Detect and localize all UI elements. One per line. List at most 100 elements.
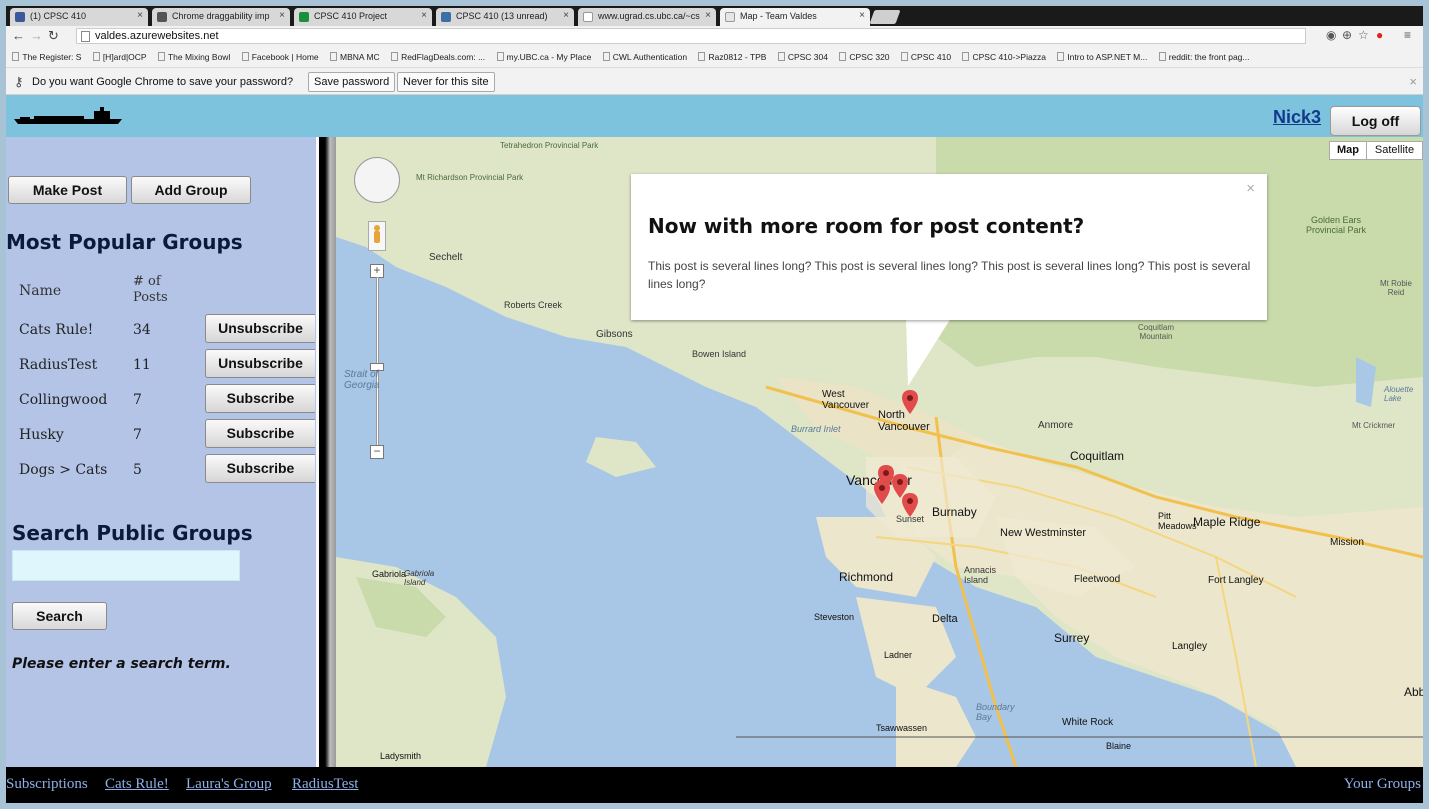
map-type-satellite-button[interactable]: Satellite xyxy=(1366,141,1423,160)
close-tab-icon[interactable]: × xyxy=(421,10,427,21)
map-label: Annacis Island xyxy=(964,565,997,585)
search-input[interactable] xyxy=(12,550,240,581)
map-type-map-button[interactable]: Map xyxy=(1329,141,1367,160)
bookmark-star-icon[interactable]: ☆ xyxy=(1358,28,1369,42)
close-tab-icon[interactable]: × xyxy=(279,10,285,21)
user-link[interactable]: Nick3 xyxy=(1273,107,1321,128)
bookmark-item[interactable]: MBNA MC xyxy=(330,52,380,62)
bookmark-item[interactable]: CPSC 410->Piazza xyxy=(962,52,1046,62)
search-message: Please enter a search term. xyxy=(12,656,231,672)
close-tab-icon[interactable]: × xyxy=(137,10,143,21)
close-icon[interactable]: × xyxy=(1409,74,1417,89)
footer-group-link[interactable]: RadiusTest xyxy=(292,776,358,793)
close-icon[interactable]: × xyxy=(1246,180,1255,197)
reload-icon[interactable]: ↻ xyxy=(48,28,59,44)
street-view-pegman-icon[interactable] xyxy=(368,221,386,251)
forward-icon[interactable]: → xyxy=(30,28,43,43)
map-label: Strait of Georgia xyxy=(344,369,380,391)
map-label: Tetrahedron Provincial Park xyxy=(500,141,599,150)
browser-tab[interactable]: CPSC 410 (13 unread) × xyxy=(436,8,574,26)
ship-logo-icon[interactable] xyxy=(14,107,126,127)
back-icon[interactable]: ← xyxy=(12,28,25,43)
subscribe-button[interactable]: Subscribe xyxy=(205,384,315,413)
bookmark-item[interactable]: CPSC 410 xyxy=(900,52,951,62)
add-group-button[interactable]: Add Group xyxy=(131,176,251,204)
map-marker-icon[interactable] xyxy=(902,390,918,414)
map-label: Burnaby xyxy=(932,505,977,519)
map-label: Fort Langley xyxy=(1208,575,1264,586)
bookmark-item[interactable]: The Register: S xyxy=(12,52,81,62)
unsubscribe-button[interactable]: Unsubscribe xyxy=(205,314,315,343)
new-tab-button[interactable] xyxy=(869,10,901,24)
bookmark-item[interactable]: Intro to ASP.NET M... xyxy=(1057,52,1147,62)
search-button[interactable]: Search xyxy=(12,602,107,630)
map-label: Maple Ridge xyxy=(1193,515,1261,529)
page-icon xyxy=(330,52,338,61)
browser-tab[interactable]: CPSC 410 Project × xyxy=(294,8,432,26)
page-icon xyxy=(777,52,785,61)
extension-icon[interactable]: ● xyxy=(1376,28,1383,42)
info-window: × Now with more room for post content? T… xyxy=(631,174,1267,320)
map-label: White Rock xyxy=(1062,717,1114,728)
password-infobar: ⚷ Do you want Google Chrome to save your… xyxy=(6,68,1423,95)
browser-toolbar: ← → ↻ valdes.azurewebsites.net ◉ ⊕ ☆ ● ≡ xyxy=(6,26,1423,46)
unsubscribe-button[interactable]: Unsubscribe xyxy=(205,349,315,378)
table-row: Cats Rule! 34 Unsubscribe xyxy=(6,312,316,347)
browser-tab-active[interactable]: Map - Team Valdes × xyxy=(720,8,870,26)
group-name: Cats Rule! xyxy=(19,322,94,338)
bookmark-item[interactable]: CWL Authentication xyxy=(602,52,687,62)
bookmark-item[interactable]: Raz0812 - TPB xyxy=(698,52,766,62)
browser-tab[interactable]: (1) CPSC 410 × xyxy=(10,8,148,26)
bookmark-item[interactable]: [H]ard|OCP xyxy=(92,52,147,62)
piazza-icon xyxy=(441,12,451,22)
map-label: Gibsons xyxy=(596,329,633,340)
bookmark-item[interactable]: CPSC 304 xyxy=(777,52,828,62)
footer-group-link[interactable]: Laura's Group xyxy=(186,776,272,793)
map-label: Mission xyxy=(1330,537,1364,548)
map-label: Delta xyxy=(932,613,958,625)
never-save-button[interactable]: Never for this site xyxy=(397,72,495,92)
bookmark-item[interactable]: reddit: the front pag... xyxy=(1158,52,1250,62)
logoff-button[interactable]: Log off xyxy=(1330,106,1421,136)
sidebar: Make Post Add Group Most Popular Groups … xyxy=(6,137,316,767)
bookmark-item[interactable]: Facebook | Home xyxy=(241,52,319,62)
map-label: Coquitlam Mountain xyxy=(1137,323,1174,341)
map-divider[interactable] xyxy=(316,137,336,767)
bookmark-item[interactable]: CPSC 320 xyxy=(839,52,890,62)
close-tab-icon[interactable]: × xyxy=(859,10,865,21)
close-tab-icon[interactable]: × xyxy=(563,10,569,21)
map-marker-icon[interactable] xyxy=(874,480,890,504)
bookmark-item[interactable]: RedFlagDeals.com: ... xyxy=(391,52,485,62)
zoom-out-icon[interactable]: − xyxy=(370,445,384,459)
post-count: 34 xyxy=(133,322,151,338)
zoom-icon[interactable]: ⊕ xyxy=(1342,28,1352,42)
subscribe-button[interactable]: Subscribe xyxy=(205,419,315,448)
post-count: 7 xyxy=(133,392,142,408)
page-icon xyxy=(391,52,399,61)
group-name: Husky xyxy=(19,427,64,443)
browser-tab[interactable]: Chrome draggability imp × xyxy=(152,8,290,26)
bookmark-item[interactable]: The Mixing Bowl xyxy=(157,52,230,62)
map-label: Langley xyxy=(1172,641,1208,652)
menu-icon[interactable]: ≡ xyxy=(1404,28,1411,42)
popup-pointer-icon xyxy=(906,318,951,386)
your-groups-link[interactable]: Your Groups xyxy=(1344,776,1421,793)
map[interactable]: Map Satellite + − Tetrahedron Provincial… xyxy=(336,137,1423,767)
map-label: Ladysmith xyxy=(380,751,422,761)
map-marker-icon[interactable] xyxy=(902,493,918,517)
browser-tab[interactable]: www.ugrad.cs.ubc.ca/~cs × xyxy=(578,8,716,26)
zoom-in-icon[interactable]: + xyxy=(370,264,384,278)
bookmark-item[interactable]: my.UBC.ca - My Place xyxy=(496,52,591,62)
address-bar[interactable]: valdes.azurewebsites.net xyxy=(76,28,1306,44)
make-post-button[interactable]: Make Post xyxy=(8,176,127,204)
search-groups-heading: Search Public Groups xyxy=(12,521,253,545)
map-label: Anmore xyxy=(1038,420,1074,431)
close-tab-icon[interactable]: × xyxy=(705,10,711,21)
location-icon[interactable]: ◉ xyxy=(1326,28,1336,42)
subscribe-button[interactable]: Subscribe xyxy=(205,454,315,483)
save-password-button[interactable]: Save password xyxy=(308,72,396,92)
footer-group-link[interactable]: Cats Rule! xyxy=(105,776,169,793)
page-icon xyxy=(241,52,249,61)
pan-control-icon[interactable] xyxy=(354,157,400,203)
group-name: Dogs > Cats xyxy=(19,462,108,478)
